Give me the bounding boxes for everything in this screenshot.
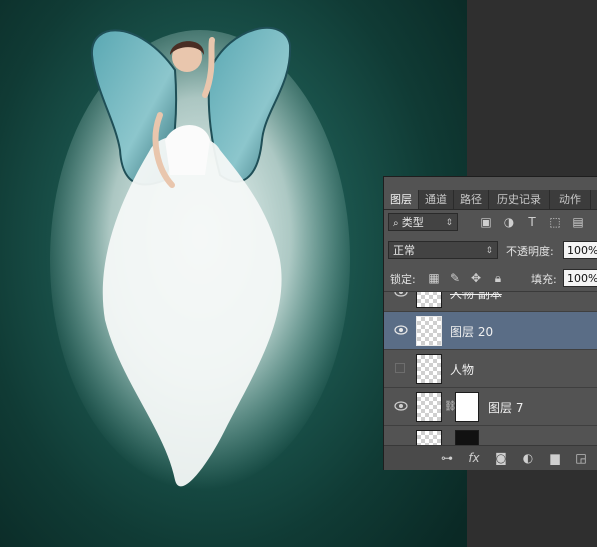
tab-actions[interactable]: 动作	[550, 190, 591, 209]
adjustment-layer-icon[interactable]: ◐	[521, 451, 535, 465]
updown-arrow-icon: ⇕	[485, 246, 493, 256]
layer-name[interactable]: 人物	[450, 361, 474, 378]
tab-channels[interactable]: 通道	[419, 190, 454, 209]
shape-filter-icon[interactable]: ⬚	[548, 215, 562, 229]
eye-icon[interactable]	[394, 400, 408, 412]
lock-position-move-icon[interactable]: ✥	[469, 271, 483, 285]
fx-icon[interactable]: fx	[467, 451, 481, 465]
layer-row-selected[interactable]: 图层 20	[384, 312, 597, 350]
link-layers-icon[interactable]: ⊶	[440, 451, 454, 465]
eye-icon[interactable]	[394, 291, 408, 298]
opacity-field[interactable]: 100%	[563, 241, 597, 259]
layer-row[interactable]	[384, 426, 597, 446]
layer-row[interactable]: 人物	[384, 350, 597, 388]
layer-row[interactable]: ⛓ 图层 7	[384, 388, 597, 426]
search-icon: ⌕	[393, 218, 402, 229]
layer-thumbnail	[416, 354, 442, 384]
layer-name[interactable]: 图层 7	[488, 399, 523, 416]
layer-filter-dropdown[interactable]: ⌕ 类型 ⇕	[388, 213, 458, 231]
new-layer-icon[interactable]: ◲	[574, 451, 588, 465]
layer-row[interactable]: 人物 副本	[384, 291, 597, 312]
pixel-filter-icon[interactable]: ▣	[479, 215, 493, 229]
layer-mask-thumbnail[interactable]	[455, 430, 479, 446]
layer-list: 人物 副本 图层 20 人物 ⛓ 图层 7	[384, 291, 597, 446]
panel-tab-bar: 图层 通道 路径 历史记录 动作	[384, 190, 597, 210]
layer-name[interactable]: 人物 副本	[450, 292, 502, 302]
eye-icon[interactable]	[394, 324, 408, 336]
fill-field[interactable]: 100%	[563, 269, 597, 287]
opacity-label: 不透明度:	[506, 245, 554, 258]
adjustment-filter-icon[interactable]: ◑	[502, 215, 516, 229]
blend-mode-value: 正常	[393, 244, 415, 257]
type-filter-icon[interactable]: T	[525, 215, 539, 229]
smart-object-filter-icon[interactable]: ▤	[571, 215, 585, 229]
updown-arrow-icon: ⇕	[445, 218, 453, 228]
tab-paths[interactable]: 路径	[454, 190, 489, 209]
blend-mode-dropdown[interactable]: 正常 ⇕	[388, 241, 498, 259]
tab-history[interactable]: 历史记录	[489, 190, 550, 209]
layers-bottom-toolbar: ⊶ fx ◙ ◐ ▆ ◲	[384, 445, 597, 470]
layer-thumbnail	[416, 392, 442, 422]
layer-thumbnail	[416, 316, 442, 346]
layers-panel: 图层 通道 路径 历史记录 动作 ⌕ 类型 ⇕ ▣ ◑ T ⬚ ▤ 正常 ⇕ 不…	[383, 176, 597, 470]
layer-thumbnail	[416, 292, 442, 308]
visibility-toggle-empty[interactable]	[395, 363, 405, 373]
lock-transparent-icon[interactable]: ▦	[427, 271, 441, 285]
tab-layers[interactable]: 图层	[384, 190, 419, 209]
lock-image-brush-icon[interactable]: ✎	[448, 271, 462, 285]
layer-mask-thumbnail[interactable]	[455, 392, 479, 422]
new-group-folder-icon[interactable]: ▆	[548, 451, 562, 465]
layer-name[interactable]: 图层 20	[450, 323, 493, 340]
lock-label: 锁定:	[390, 273, 416, 286]
add-mask-icon[interactable]: ◙	[494, 451, 508, 465]
lock-all-icon[interactable]: 🔒︎	[491, 271, 505, 285]
layer-thumbnail	[416, 430, 442, 446]
layer-filter-label: 类型	[401, 216, 424, 229]
fill-label: 填充:	[531, 273, 557, 286]
